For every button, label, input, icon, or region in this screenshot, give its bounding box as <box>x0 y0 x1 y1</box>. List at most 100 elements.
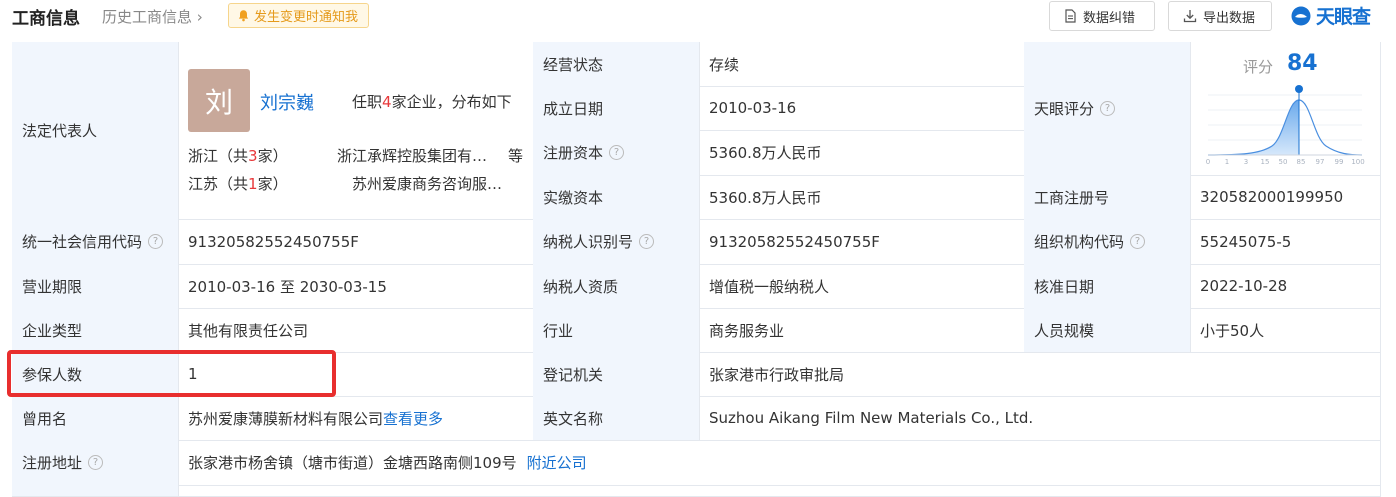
status-value: 存续 <box>709 55 740 74</box>
industry-value: 商务服务业 <box>709 321 785 340</box>
status-label: 经营状态 <box>543 55 604 74</box>
english-value: Suzhou Aikang Film New Materials Co., Lt… <box>709 409 1034 427</box>
tianyancha-logo: 天眼查 <box>1290 2 1371 29</box>
region-row[interactable]: 江苏（共1家） <box>188 173 288 194</box>
section-header: 工商信息 历史工商信息 › 发生变更时通知我 数据纠错 导出数据 天眼查 <box>0 0 1396 32</box>
export-data-button[interactable]: 导出数据 <box>1168 1 1272 31</box>
score-tick: 97 <box>1316 158 1325 166</box>
founded-label: 成立日期 <box>543 99 604 118</box>
taxpayer-id-value: 91320582552450755F <box>709 232 880 251</box>
paid-capital-label-cell: 实缴资本 <box>533 175 700 220</box>
industry-label: 行业 <box>543 321 574 340</box>
section-title: 工商信息 <box>12 9 80 29</box>
notify-button[interactable]: 发生变更时通知我 <box>228 3 370 28</box>
taxpayer-id-label: 纳税人识别号 <box>543 233 634 251</box>
avatar-char: 刘 <box>204 85 233 119</box>
help-icon[interactable]: ? <box>639 234 655 249</box>
data-correction-button[interactable]: 数据纠错 <box>1049 1 1155 31</box>
score-tick: 3 <box>1244 158 1248 166</box>
region-company-link[interactable]: 浙江承辉控股集团有… <box>337 145 487 166</box>
approve-date-label-cell: 核准日期 <box>1024 264 1191 309</box>
org-code-label: 组织机构代码 <box>1034 233 1125 251</box>
score-tick: 100 <box>1351 158 1364 166</box>
logo-mark-icon <box>1291 6 1311 25</box>
summary-suffix: 家企业，分布如下 <box>391 93 512 111</box>
legal-rep-label: 法定代表人 <box>22 122 98 140</box>
approve-date-label: 核准日期 <box>1034 277 1095 296</box>
credit-code-label-cell: 统一社会信用代码 ? <box>12 219 179 265</box>
former-name-label-cell: 曾用名 <box>12 396 179 441</box>
score-tick: 0 <box>1206 158 1210 166</box>
notify-label: 发生变更时通知我 <box>254 10 359 25</box>
highlight-box <box>7 350 336 397</box>
authority-label: 登记机关 <box>543 365 604 384</box>
rating-label: 天眼评分 <box>1034 100 1095 118</box>
reg-no-cell: 320582000199950 <box>1190 175 1381 220</box>
reg-capital-label: 注册资本 <box>543 144 604 162</box>
credit-code-label: 统一社会信用代码 <box>22 233 143 251</box>
type-label-cell: 企业类型 <box>12 308 179 353</box>
paid-capital-cell: 5360.8万人民币 <box>699 175 1025 220</box>
score-distribution-chart: 0 1 3 15 50 85 97 99 100 <box>1206 85 1365 166</box>
score-marker-dot <box>1295 85 1303 93</box>
term-label-cell: 营业期限 <box>12 264 179 309</box>
help-icon[interactable]: ? <box>609 145 625 160</box>
legal-rep-summary: 任职4家企业，分布如下 <box>352 91 512 112</box>
authority-cell: 张家港市行政审批局 <box>699 352 1381 397</box>
region-suffix: 家） <box>257 175 288 193</box>
reg-no-label-cell: 工商注册号 <box>1024 175 1191 220</box>
staff-value: 小于50人 <box>1200 321 1265 340</box>
industry-label-cell: 行业 <box>533 308 700 353</box>
term-label: 营业期限 <box>22 277 83 296</box>
score-label: 评分 <box>1243 58 1274 76</box>
nearby-companies-link[interactable]: 附近公司 <box>527 452 587 473</box>
avatar[interactable]: 刘 <box>188 69 250 132</box>
status-cell: 存续 <box>699 42 1025 87</box>
org-code-label-cell: 组织机构代码 ? <box>1024 219 1191 265</box>
staff-label-cell: 人员规模 <box>1024 308 1191 353</box>
region-count: 1 <box>248 175 258 193</box>
reg-no-label: 工商注册号 <box>1034 188 1110 207</box>
taxpayer-qual-label-cell: 纳税人资质 <box>533 264 700 309</box>
next-row-cell <box>178 485 1381 497</box>
type-cell: 其他有限责任公司 <box>178 308 534 353</box>
staff-label: 人员规模 <box>1034 321 1095 340</box>
next-row-label-cell <box>12 485 179 497</box>
help-icon[interactable]: ? <box>148 234 164 249</box>
term-cell: 2010-03-16 至 2030-03-15 <box>178 264 534 309</box>
help-icon[interactable]: ? <box>1100 101 1116 116</box>
region-row[interactable]: 浙江（共3家） <box>188 145 288 166</box>
legal-rep-name-link[interactable]: 刘宗巍 <box>260 89 314 115</box>
score-tick: 85 <box>1297 158 1306 166</box>
reg-no-value: 320582000199950 <box>1200 188 1344 206</box>
score-tick: 1 <box>1225 158 1229 166</box>
region-more[interactable]: 等 <box>508 145 523 166</box>
bell-curve-fill <box>1208 100 1299 155</box>
approve-date-cell: 2022-10-28 <box>1190 264 1381 309</box>
former-name-value: 苏州爱康薄膜新材料有限公司 <box>188 409 384 428</box>
address-value: 张家港市杨舍镇（塘市街道）金塘西路南侧109号 <box>188 454 517 472</box>
score-tick: 15 <box>1261 158 1270 166</box>
english-label-cell: 英文名称 <box>533 396 700 441</box>
taxpayer-qual-value: 增值税一般纳税人 <box>709 277 830 296</box>
help-icon[interactable]: ? <box>1130 234 1146 249</box>
download-icon <box>1183 10 1197 23</box>
view-more-link[interactable]: 查看更多 <box>383 408 443 429</box>
region-company-link[interactable]: 苏州爱康商务咨询服… <box>352 173 502 194</box>
taxpayer-id-label-cell: 纳税人识别号 ? <box>533 219 700 265</box>
summary-count: 4 <box>382 93 392 111</box>
help-icon[interactable]: ? <box>88 455 104 470</box>
taxpayer-id-cell: 91320582552450755F <box>699 219 1025 265</box>
english-cell: Suzhou Aikang Film New Materials Co., Lt… <box>699 396 1381 441</box>
rating-label-cell: 天眼评分 ? <box>1024 42 1191 176</box>
credit-code-cell: 91320582552450755F <box>178 219 534 265</box>
history-link[interactable]: 历史工商信息 › <box>102 6 203 27</box>
org-code-value: 55245075-5 <box>1200 232 1292 251</box>
former-name-cell: 苏州爱康薄膜新材料有限公司 查看更多 <box>178 396 534 441</box>
score-tick: 50 <box>1279 158 1288 166</box>
taxpayer-qual-label: 纳税人资质 <box>543 277 619 296</box>
founded-cell: 2010-03-16 <box>699 86 1025 131</box>
address-label-cell: 注册地址 ? <box>12 440 179 486</box>
document-icon <box>1065 9 1076 23</box>
region-prefix: 江苏（共 <box>188 175 249 193</box>
